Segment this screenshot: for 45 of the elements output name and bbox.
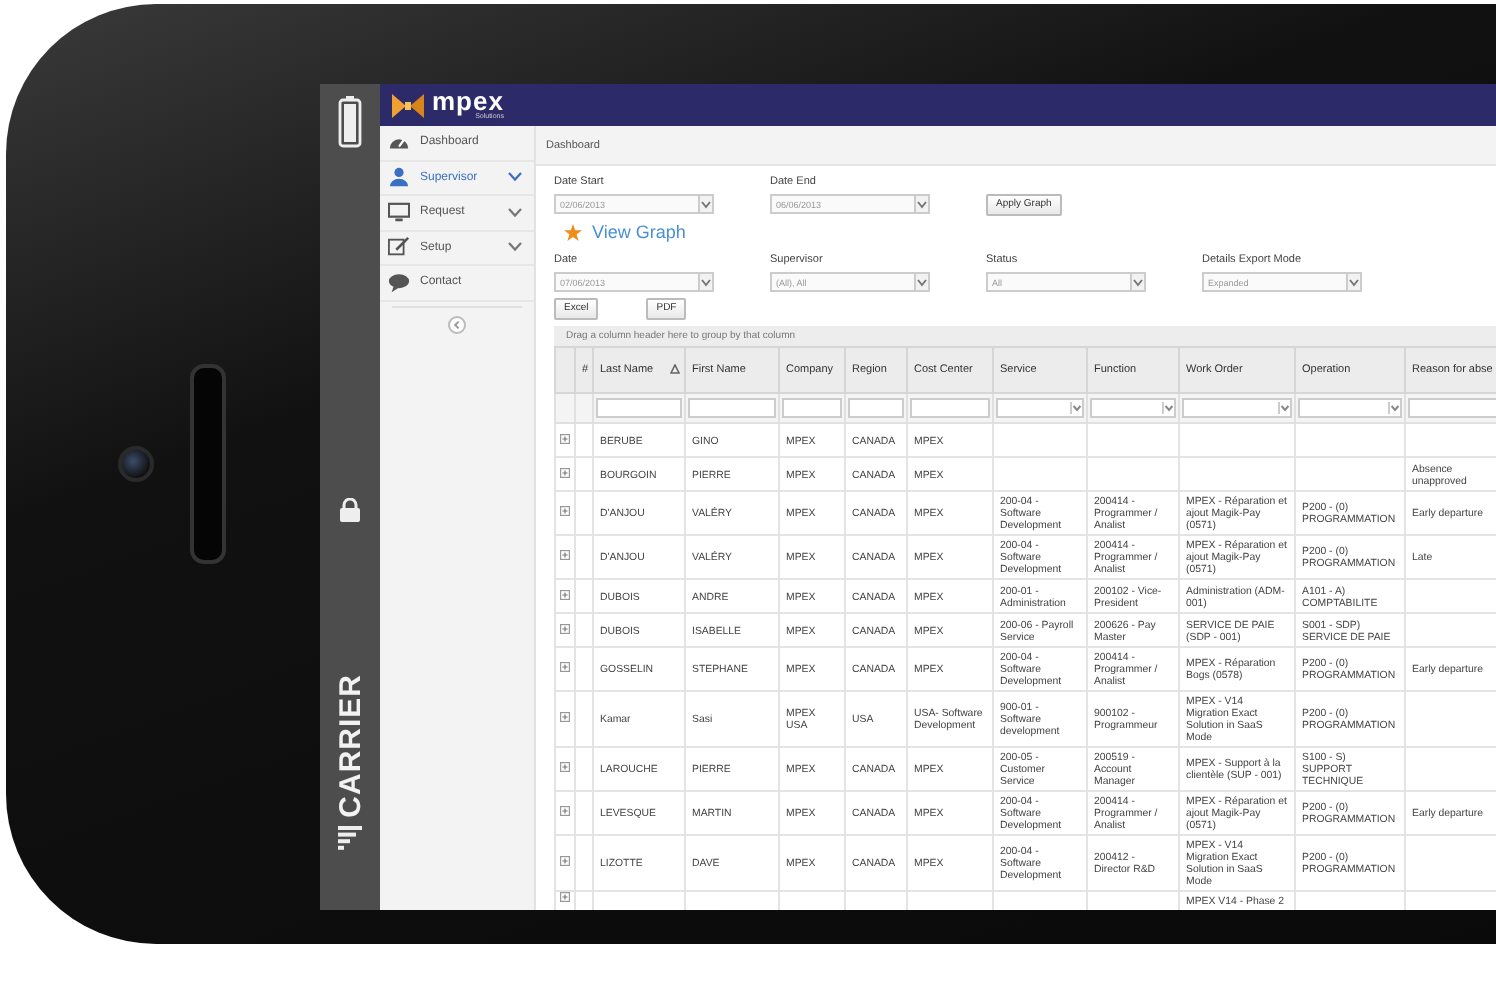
speech-bubble-icon	[388, 271, 410, 294]
dropdown-arrow-icon	[698, 196, 712, 212]
expand-icon[interactable]	[560, 506, 570, 516]
battery-icon	[338, 96, 362, 148]
carrier-name: CARRIER	[333, 674, 367, 818]
expand-icon[interactable]	[560, 467, 570, 477]
lock-icon	[340, 498, 360, 523]
bowtie-logo-icon	[392, 93, 424, 117]
filter-field[interactable]	[688, 398, 776, 418]
filter-field[interactable]	[782, 398, 842, 418]
expand-icon[interactable]	[560, 433, 570, 443]
star-icon	[564, 223, 582, 241]
dropdown-arrow-icon	[698, 274, 712, 290]
filter-field[interactable]	[1408, 398, 1496, 418]
camera-lens	[118, 446, 154, 482]
filter-dropdown[interactable]	[996, 398, 1084, 418]
filter-field[interactable]	[848, 398, 904, 418]
filter-dropdown[interactable]	[1298, 398, 1402, 418]
dropdown-arrow-icon	[1070, 402, 1082, 414]
expand-icon[interactable]	[560, 856, 570, 866]
expand-icon[interactable]	[560, 662, 570, 672]
signal-icon	[338, 826, 362, 850]
monitor-icon	[388, 201, 410, 224]
expand-icon[interactable]	[560, 712, 570, 722]
pencil-note-icon	[388, 236, 410, 259]
expand-icon[interactable]	[560, 806, 570, 816]
dropdown-arrow-icon	[1278, 402, 1290, 414]
expand-icon[interactable]	[560, 892, 570, 902]
dropdown-arrow-icon	[914, 274, 928, 290]
expand-icon[interactable]	[560, 762, 570, 772]
filter-field[interactable]	[596, 398, 682, 418]
expand-icon[interactable]	[560, 623, 570, 633]
collapse-icon[interactable]	[448, 315, 466, 333]
dropdown-arrow-icon	[1346, 274, 1360, 290]
dropdown-arrow-icon	[1162, 402, 1174, 414]
dropdown-arrow-icon	[1388, 402, 1400, 414]
dropdown-arrow-icon	[1130, 274, 1144, 290]
expand-icon[interactable]	[560, 550, 570, 560]
filter-field[interactable]	[910, 398, 990, 418]
person-icon	[388, 166, 410, 189]
logo-wordmark: mpex	[432, 88, 504, 115]
expand-icon[interactable]	[560, 589, 570, 599]
filter-dropdown[interactable]	[1090, 398, 1176, 418]
filter-dropdown[interactable]	[1182, 398, 1292, 418]
dropdown-arrow-icon	[914, 196, 928, 212]
